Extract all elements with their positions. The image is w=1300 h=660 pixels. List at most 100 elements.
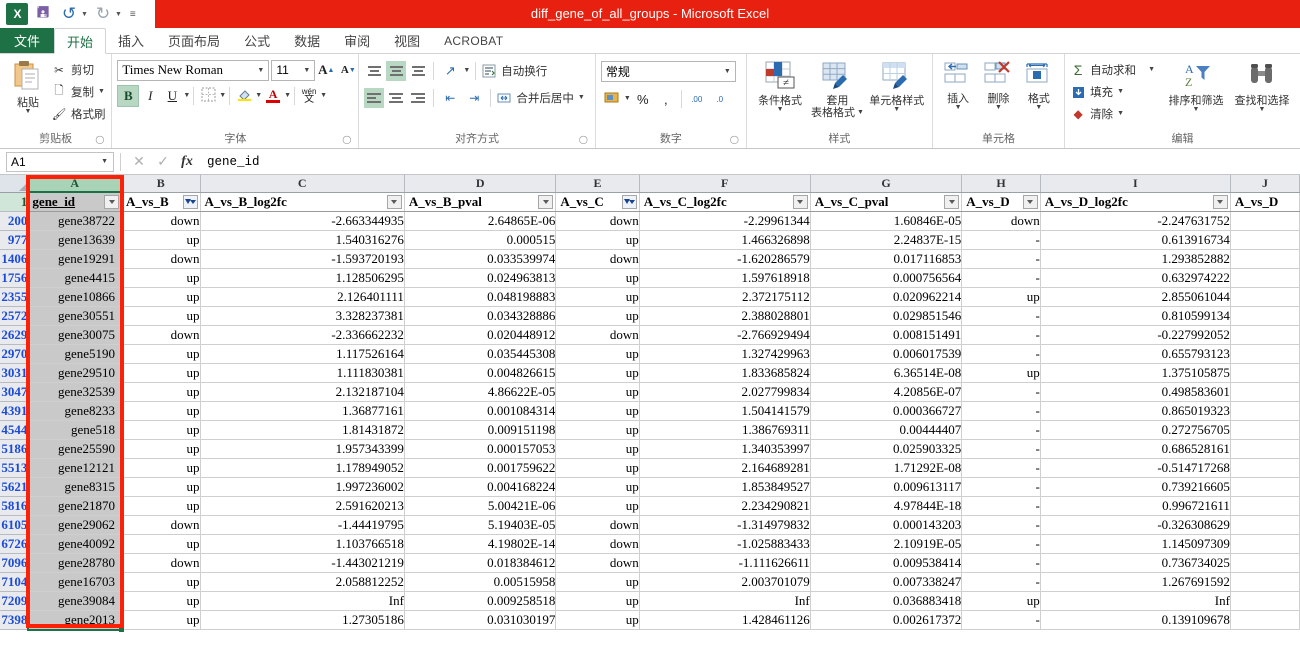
- data-cell[interactable]: up: [555, 591, 640, 611]
- name-box[interactable]: A1 ▼: [6, 151, 114, 172]
- data-cell[interactable]: 0.613916734: [1040, 230, 1231, 250]
- filter-dropdown-button[interactable]: [792, 194, 808, 209]
- data-cell[interactable]: up: [555, 306, 640, 326]
- data-cell[interactable]: up: [961, 363, 1041, 383]
- data-cell[interactable]: up: [121, 458, 201, 478]
- copy-dropdown-icon[interactable]: ▼: [98, 88, 105, 95]
- table-row[interactable]: 977 gene13639 up 1.540316276 0.000515 up 1.466…: [0, 230, 1300, 250]
- undo-dropdown-icon[interactable]: ▼: [81, 11, 88, 18]
- data-cell[interactable]: 0.000157053: [404, 439, 557, 459]
- data-cell[interactable]: 4.20856E-07: [810, 382, 963, 402]
- data-cell[interactable]: 1.128506295: [200, 268, 405, 288]
- copy-button[interactable]: 🗋 复制 ▼: [51, 81, 106, 103]
- data-cell[interactable]: up: [121, 477, 201, 497]
- filter-dropdown-button[interactable]: [104, 195, 119, 209]
- table-row[interactable]: 7398 gene2013 up 1.27305186 0.031030197 up 1.4…: [0, 610, 1300, 630]
- filter-dropdown-button[interactable]: [1022, 194, 1038, 209]
- data-cell[interactable]: up: [121, 306, 201, 326]
- table-row[interactable]: 4544 gene518 up 1.81431872 0.009151198 up 1.38…: [0, 420, 1300, 440]
- data-cell[interactable]: -1.620286579: [639, 249, 811, 269]
- data-cell[interactable]: -: [961, 610, 1041, 630]
- data-cell[interactable]: -2.663344935: [200, 211, 405, 231]
- row-header[interactable]: 2355: [0, 287, 29, 307]
- data-cell[interactable]: [1230, 534, 1300, 554]
- data-cell[interactable]: down: [555, 534, 640, 554]
- name-box-dropdown-icon[interactable]: ▼: [101, 158, 108, 165]
- data-cell[interactable]: 2.64865E-06: [404, 211, 557, 231]
- table-row[interactable]: 200 gene38722 down -2.663344935 2.64865E-06 d…: [0, 211, 1300, 231]
- autosum-dropdown-icon[interactable]: ▼: [1148, 66, 1155, 73]
- data-cell[interactable]: [1230, 591, 1300, 611]
- data-cell[interactable]: up: [121, 572, 201, 592]
- conditional-formatting-dropdown-icon[interactable]: ▼: [777, 106, 784, 113]
- row-header[interactable]: 4391: [0, 401, 29, 421]
- row-header[interactable]: 4544: [0, 420, 29, 440]
- data-cell[interactable]: 0.002617372: [810, 610, 963, 630]
- data-cell[interactable]: up: [555, 572, 640, 592]
- data-cell[interactable]: -2.766929494: [639, 325, 811, 345]
- data-cell[interactable]: 1.540316276: [200, 230, 405, 250]
- data-cell[interactable]: 0.498583601: [1040, 382, 1231, 402]
- data-cell[interactable]: 2.058812252: [200, 572, 405, 592]
- data-cell[interactable]: 2.126401111: [200, 287, 405, 307]
- data-cell[interactable]: 1.178949052: [200, 458, 405, 478]
- ribbon-tab-strip[interactable]: 文件 开始 插入 页面布局 公式 数据 审阅 视图 ACROBAT: [0, 28, 1300, 54]
- font-color-dropdown-icon[interactable]: ▼: [284, 92, 291, 99]
- data-cell[interactable]: -: [961, 572, 1041, 592]
- data-cell[interactable]: 1.997236002: [200, 477, 405, 497]
- data-cell[interactable]: 2.164689281: [639, 458, 811, 478]
- data-cell[interactable]: 2.372175112: [639, 287, 811, 307]
- table-row[interactable]: 4391 gene8233 up 1.36877161 0.001084314 up 1.5…: [0, 401, 1300, 421]
- data-cell[interactable]: 4.86622E-05: [404, 382, 557, 402]
- delete-cells-button[interactable]: 删除 ▼: [978, 59, 1018, 111]
- data-cell[interactable]: -: [961, 496, 1041, 516]
- data-cell[interactable]: [1230, 458, 1300, 478]
- data-cell[interactable]: -: [961, 458, 1041, 478]
- data-cell[interactable]: up: [555, 496, 640, 516]
- accounting-format-button[interactable]: [601, 88, 623, 110]
- data-cell[interactable]: 3.328237381: [200, 306, 405, 326]
- data-cell[interactable]: [1230, 420, 1300, 440]
- font-name-dropdown-icon[interactable]: ▼: [257, 66, 264, 74]
- table-row[interactable]: 1756 gene4415 up 1.128506295 0.024963813 up 1.…: [0, 268, 1300, 288]
- font-color-button[interactable]: A: [262, 85, 284, 107]
- data-cell[interactable]: 1.853849527: [639, 477, 811, 497]
- data-cell[interactable]: -: [961, 439, 1041, 459]
- data-cell[interactable]: up: [121, 230, 201, 250]
- data-cell[interactable]: 0.020962214: [810, 287, 963, 307]
- column-header-e[interactable]: E: [555, 175, 640, 193]
- row-header[interactable]: 7398: [0, 610, 29, 630]
- grow-font-button[interactable]: A ▲: [315, 59, 337, 81]
- decrease-decimal-button[interactable]: .0: [709, 88, 731, 110]
- data-cell[interactable]: 0.004826615: [404, 363, 557, 383]
- data-cell[interactable]: 0.035445308: [404, 344, 557, 364]
- data-cell[interactable]: [1230, 515, 1300, 535]
- data-cell[interactable]: 0.686528161: [1040, 439, 1231, 459]
- data-cell[interactable]: 1.466326898: [639, 230, 811, 250]
- data-cell[interactable]: 2.591620213: [200, 496, 405, 516]
- data-cell[interactable]: up: [121, 496, 201, 516]
- data-cell[interactable]: -: [961, 268, 1041, 288]
- column-header-g[interactable]: G: [810, 175, 963, 193]
- row-header[interactable]: 5186: [0, 439, 29, 459]
- save-icon[interactable]: 🖪: [32, 3, 54, 25]
- row-header[interactable]: 5816: [0, 496, 29, 516]
- data-cell[interactable]: 0.020448912: [404, 325, 557, 345]
- phonetic-dropdown-icon[interactable]: ▼: [320, 92, 327, 99]
- data-cell[interactable]: down: [555, 211, 640, 231]
- data-cell[interactable]: 0.048198883: [404, 287, 557, 307]
- find-select-button[interactable]: 查找和选择 ▼: [1229, 59, 1295, 113]
- data-cell[interactable]: 0.033539974: [404, 249, 557, 269]
- row-header[interactable]: 200: [0, 211, 29, 231]
- data-cell[interactable]: 0.009613117: [810, 477, 963, 497]
- data-cell[interactable]: 2.10919E-05: [810, 534, 963, 554]
- gene-id-cell[interactable]: gene38722: [27, 211, 122, 231]
- data-cell[interactable]: -2.29961344: [639, 211, 811, 231]
- tab-acrobat[interactable]: ACROBAT: [432, 28, 515, 53]
- fill-dropdown-icon[interactable]: ▼: [1117, 88, 1124, 95]
- data-cell[interactable]: 1.27305186: [200, 610, 405, 630]
- data-cell[interactable]: up: [121, 382, 201, 402]
- select-all-corner[interactable]: [0, 175, 29, 193]
- gene-id-cell[interactable]: gene10866: [27, 287, 122, 307]
- data-cell[interactable]: 1.597618918: [639, 268, 811, 288]
